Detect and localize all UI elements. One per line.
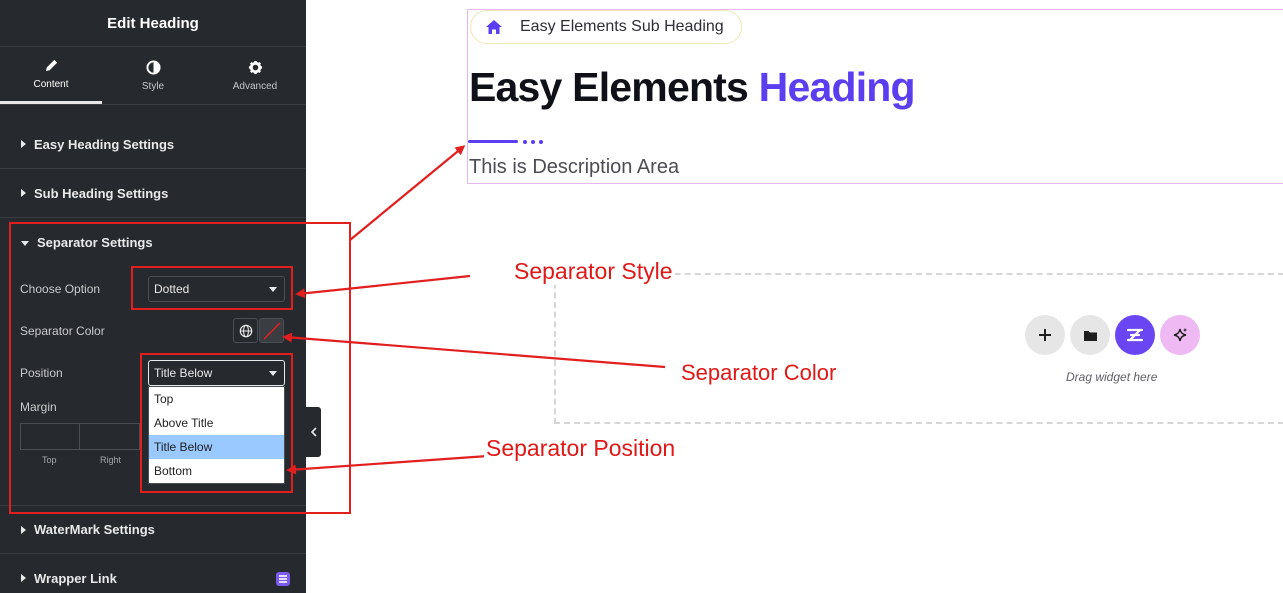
annotation-arrows	[282, 145, 666, 475]
annotation-separator-position: Separator Position	[484, 435, 678, 462]
screen: Edit Heading Content Style Advanced Easy…	[0, 0, 1283, 593]
annotation-separator-color: Separator Color	[679, 360, 839, 386]
annotation-separator-style: Separator Style	[512, 258, 675, 285]
